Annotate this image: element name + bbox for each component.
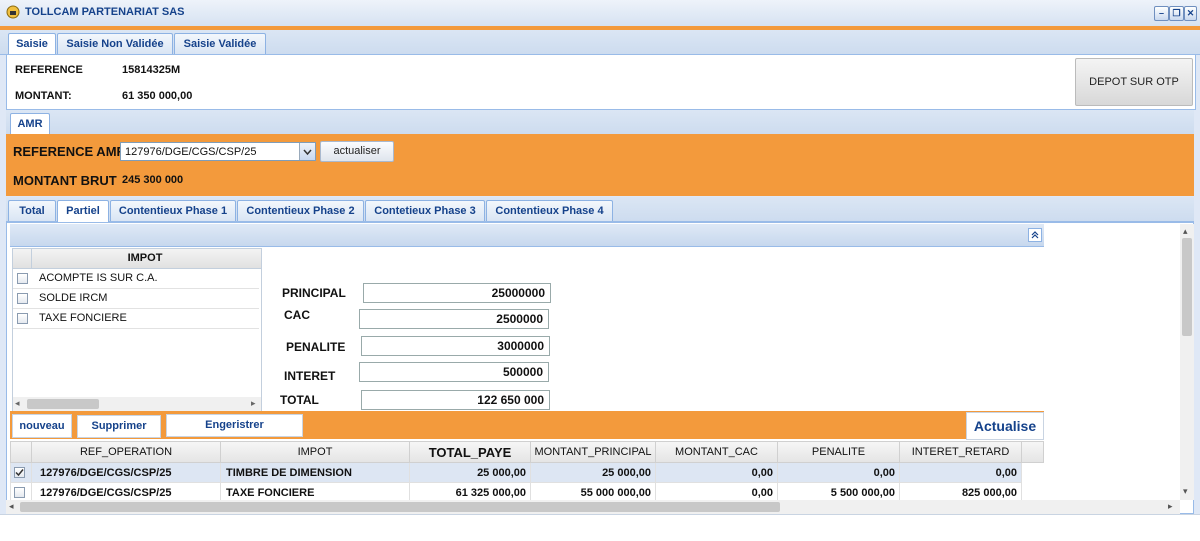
amr-panel: REFERENCE AMR 127976/DGE/CGS/CSP/25 actu… bbox=[6, 134, 1194, 196]
scroll-thumb[interactable] bbox=[1182, 238, 1192, 336]
actualiser-button[interactable]: actualiser bbox=[320, 141, 394, 162]
cac-label: CAC bbox=[284, 308, 310, 322]
total-field[interactable]: 122 650 000 bbox=[361, 390, 550, 410]
close-icon[interactable]: ✕ bbox=[1184, 6, 1197, 21]
amr-tabstrip: AMR bbox=[6, 110, 1194, 135]
table-row[interactable]: 127976/DGE/CGS/CSP/25 TIMBRE DE DIMENSIO… bbox=[10, 462, 1044, 483]
tab-contentieux-phase-2[interactable]: Contentieux Phase 2 bbox=[237, 200, 364, 221]
column-header[interactable]: MONTANT_CAC bbox=[655, 441, 778, 463]
column-header[interactable]: MONTANT_PRINCIPAL bbox=[530, 441, 656, 463]
montant-value: 61 350 000,00 bbox=[122, 90, 193, 102]
supprimer-button[interactable]: Supprimer bbox=[77, 415, 161, 438]
scroll-left-icon[interactable]: ◂ bbox=[9, 501, 14, 512]
tab-amr[interactable]: AMR bbox=[10, 113, 50, 135]
tab-contetieux-phase-3[interactable]: Contetieux Phase 3 bbox=[365, 200, 485, 221]
column-header[interactable]: PENALITE bbox=[777, 441, 900, 463]
checkbox[interactable] bbox=[14, 487, 25, 498]
penalite-label: PENALITE bbox=[286, 340, 346, 354]
collapse-icon[interactable] bbox=[1028, 228, 1042, 242]
scroll-right-icon[interactable]: ▸ bbox=[1168, 501, 1173, 512]
phase-tabstrip: Total Partiel Contentieux Phase 1 Conten… bbox=[6, 197, 1194, 222]
header-panel: REFERENCE 15814325M MONTANT: 61 350 000,… bbox=[6, 54, 1196, 110]
checkbox[interactable] bbox=[17, 313, 28, 324]
scroll-left-icon[interactable]: ◂ bbox=[15, 398, 20, 409]
impot-list-scrollbar[interactable]: ◂ ▸ bbox=[13, 397, 261, 411]
list-item[interactable]: SOLDE IRCM bbox=[13, 289, 259, 309]
tab-contentieux-phase-1[interactable]: Contentieux Phase 1 bbox=[110, 200, 236, 221]
grid-header-row: REF_OPERATION IMPOT TOTAL_PAYE MONTANT_P… bbox=[10, 441, 1044, 463]
principal-label: PRINCIPAL bbox=[282, 286, 346, 300]
grid-horizontal-scrollbar[interactable]: ◂ ▸ bbox=[6, 500, 1180, 514]
reference-label: REFERENCE bbox=[15, 64, 83, 76]
checkbox[interactable] bbox=[17, 273, 28, 284]
action-bar: nouveau Supprimer Engeristrer Actualise bbox=[10, 411, 1044, 440]
total-label: TOTAL bbox=[280, 393, 319, 407]
tab-saisie[interactable]: Saisie bbox=[8, 33, 56, 55]
reference-amr-label: REFERENCE AMR bbox=[13, 144, 126, 159]
scroll-right-icon[interactable]: ▸ bbox=[251, 398, 256, 409]
title-bar: TOLLCAM PARTENARIAT SAS – ❐ ✕ bbox=[0, 0, 1200, 27]
column-header[interactable]: TOTAL_PAYE bbox=[409, 441, 531, 463]
scroll-thumb[interactable] bbox=[20, 502, 780, 512]
actualise-button[interactable]: Actualise bbox=[966, 412, 1044, 440]
restore-icon[interactable]: ❐ bbox=[1169, 6, 1184, 21]
scroll-up-icon[interactable]: ▴ bbox=[1183, 226, 1188, 237]
tab-partiel[interactable]: Partiel bbox=[57, 200, 109, 222]
reference-amr-value: 127976/DGE/CGS/CSP/25 bbox=[125, 146, 257, 158]
minimize-icon[interactable]: – bbox=[1154, 6, 1169, 21]
interet-field[interactable]: 500000 bbox=[359, 362, 549, 382]
column-header[interactable]: REF_OPERATION bbox=[31, 441, 221, 463]
scroll-thumb[interactable] bbox=[27, 399, 99, 409]
tab-contentieux-phase-4[interactable]: Contentieux Phase 4 bbox=[486, 200, 613, 221]
vertical-scrollbar[interactable]: ▴ ▾ bbox=[1180, 224, 1194, 500]
principal-field[interactable]: 25000000 bbox=[363, 283, 551, 303]
tab-saisie-non-validee[interactable]: Saisie Non Validée bbox=[57, 33, 173, 54]
table-row[interactable]: 127976/DGE/CGS/CSP/25 TAXE FONCIERE 61 3… bbox=[10, 482, 1044, 501]
column-header[interactable]: INTERET_RETARD bbox=[899, 441, 1022, 463]
cac-field[interactable]: 2500000 bbox=[359, 309, 549, 329]
montant-label: MONTANT: bbox=[15, 90, 72, 102]
status-strip bbox=[0, 514, 1200, 541]
impot-list: IMPOT ACOMPTE IS SUR C.A. SOLDE IRCM TAX… bbox=[12, 248, 262, 413]
collapse-strip bbox=[10, 224, 1044, 247]
column-header[interactable]: IMPOT bbox=[220, 441, 410, 463]
list-item[interactable]: ACOMPTE IS SUR C.A. bbox=[13, 269, 259, 289]
montant-brut-label: MONTANT BRUT bbox=[13, 173, 117, 188]
list-item[interactable]: TAXE FONCIERE bbox=[13, 309, 259, 329]
operations-grid: REF_OPERATION IMPOT TOTAL_PAYE MONTANT_P… bbox=[10, 441, 1044, 501]
penalite-field[interactable]: 3000000 bbox=[361, 336, 550, 356]
engeristrer-button[interactable]: Engeristrer bbox=[166, 414, 303, 437]
window-title: TOLLCAM PARTENARIAT SAS bbox=[25, 6, 185, 18]
interet-label: INTERET bbox=[284, 369, 336, 383]
nouveau-button[interactable]: nouveau bbox=[12, 414, 72, 438]
impot-header: IMPOT bbox=[127, 252, 163, 264]
tab-saisie-validee[interactable]: Saisie Validée bbox=[174, 33, 266, 54]
montant-brut-value: 245 300 000 bbox=[122, 174, 184, 186]
reference-value: 15814325M bbox=[122, 64, 181, 76]
top-tabstrip: Saisie Saisie Non Validée Saisie Validée bbox=[0, 30, 1200, 55]
tab-total[interactable]: Total bbox=[8, 200, 56, 221]
checkbox[interactable] bbox=[14, 467, 25, 478]
reference-amr-select[interactable]: 127976/DGE/CGS/CSP/25 bbox=[120, 142, 316, 161]
chevron-down-icon[interactable] bbox=[299, 143, 315, 160]
app-icon bbox=[6, 5, 20, 19]
scroll-down-icon[interactable]: ▾ bbox=[1183, 486, 1188, 497]
depot-sur-otp-button[interactable]: DEPOT SUR OTP bbox=[1075, 58, 1193, 106]
checkbox[interactable] bbox=[17, 293, 28, 304]
